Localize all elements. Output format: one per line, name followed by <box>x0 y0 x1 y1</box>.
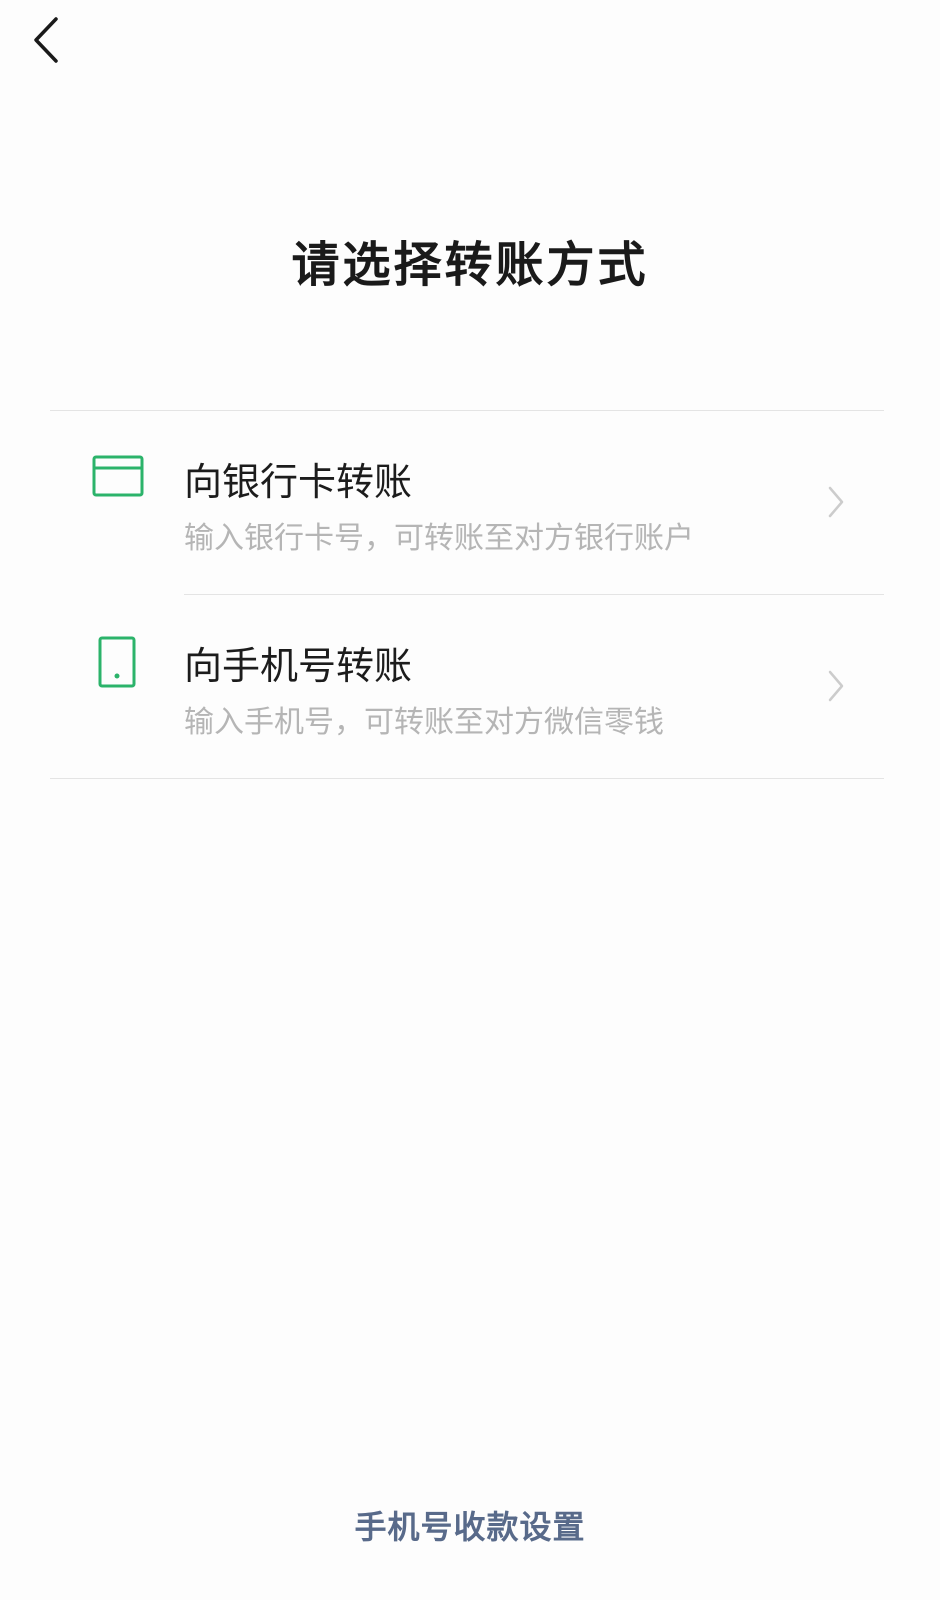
mobile-receipt-settings-label: 手机号收款设置 <box>354 1508 586 1546</box>
bank-card-icon <box>92 455 144 497</box>
bank-card-transfer-description: 输入银行卡号，可转账至对方银行账户 <box>184 521 694 556</box>
back-button[interactable] <box>18 10 78 70</box>
mobile-transfer-option[interactable]: 向手机号转账 输入手机号，可转账至对方微信零钱 <box>50 595 884 777</box>
chevron-right-icon <box>828 670 844 702</box>
bottom-divider <box>50 778 884 779</box>
chevron-left-icon <box>34 17 58 63</box>
mobile-phone-icon <box>98 636 136 688</box>
mobile-transfer-description: 输入手机号，可转账至对方微信零钱 <box>184 705 664 740</box>
chevron-right-icon <box>828 486 844 518</box>
mobile-receipt-settings-link[interactable]: 手机号收款设置 <box>0 1502 940 1548</box>
bank-card-transfer-title: 向银行卡转账 <box>184 460 413 504</box>
bank-card-transfer-option[interactable]: 向银行卡转账 输入银行卡号，可转账至对方银行账户 <box>50 411 884 593</box>
page-title: 请选择转账方式 <box>291 237 649 293</box>
mobile-transfer-title: 向手机号转账 <box>184 644 413 688</box>
